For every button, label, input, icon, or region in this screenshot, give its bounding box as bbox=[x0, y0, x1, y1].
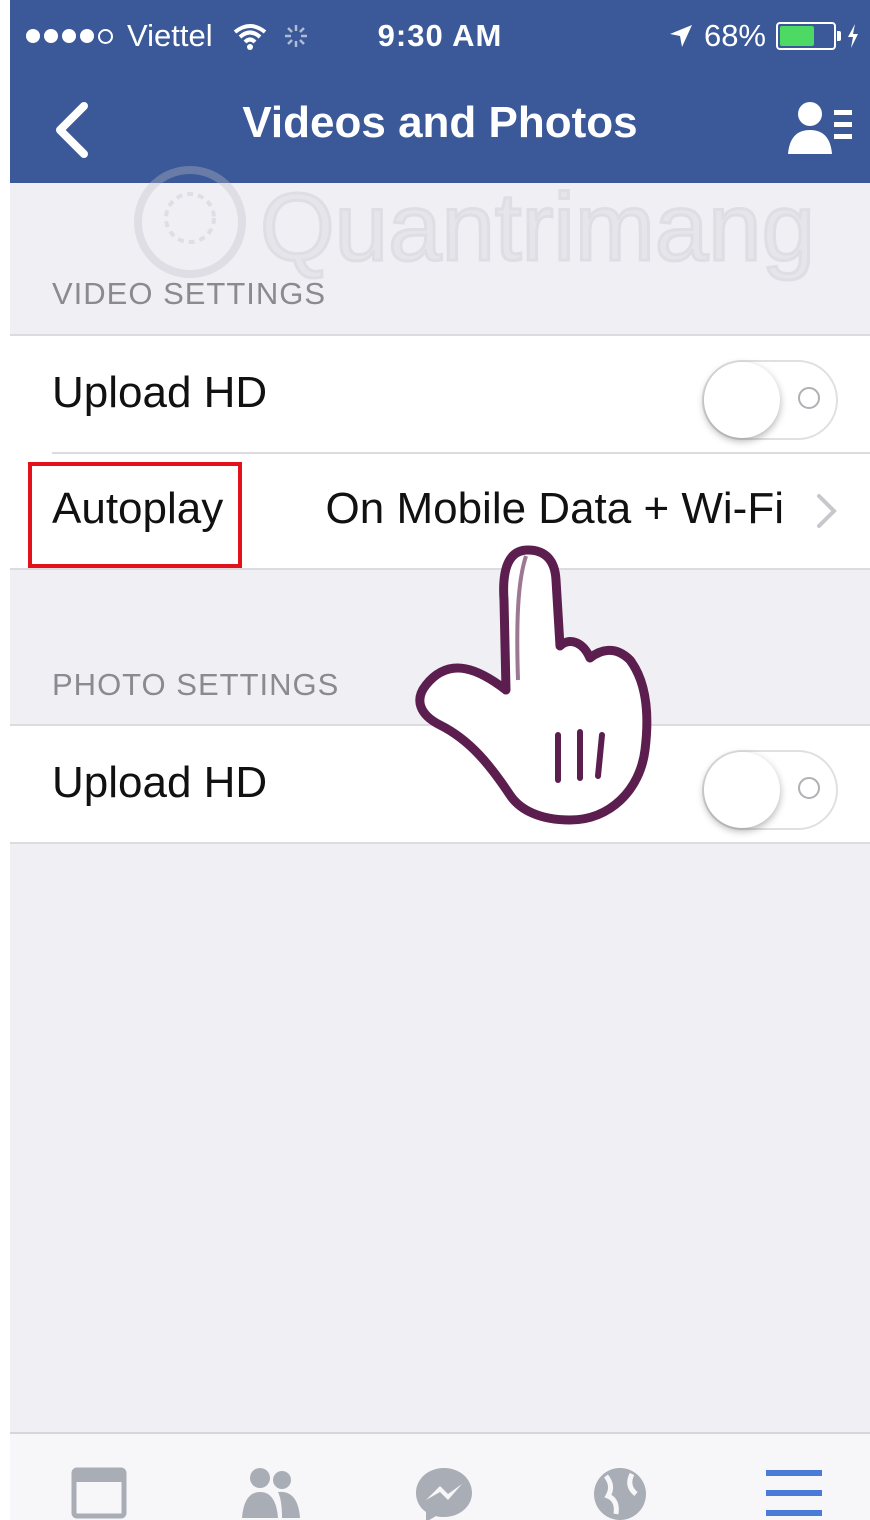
toggle-off-indicator-icon bbox=[798, 387, 820, 409]
pointing-hand-icon bbox=[415, 545, 652, 825]
photo-upload-hd-toggle[interactable] bbox=[702, 750, 838, 830]
news-feed-icon[interactable] bbox=[68, 1464, 132, 1520]
status-right: 68% bbox=[668, 18, 860, 54]
status-bar: Viettel 9:30 AM 68% bbox=[10, 14, 870, 64]
watermark-text: Quantrimang bbox=[260, 174, 815, 281]
battery-icon bbox=[776, 22, 841, 50]
menu-icon[interactable] bbox=[762, 1464, 826, 1520]
charging-bolt-icon bbox=[848, 24, 858, 48]
messenger-icon[interactable] bbox=[412, 1464, 476, 1520]
friends-icon[interactable] bbox=[238, 1464, 302, 1520]
photo-upload-hd-label: Upload HD bbox=[52, 758, 268, 807]
video-upload-hd-row: Upload HD bbox=[10, 336, 870, 452]
location-arrow-icon bbox=[669, 25, 692, 47]
toggle-knob bbox=[704, 752, 780, 828]
toggle-off-indicator-icon bbox=[798, 777, 820, 799]
chevron-right-icon bbox=[817, 494, 837, 528]
page-title: Videos and Photos bbox=[242, 98, 638, 147]
screen: Viettel 9:30 AM 68% Videos and Photos Qu… bbox=[10, 0, 870, 1520]
video-upload-hd-label: Upload HD bbox=[52, 368, 268, 417]
photo-settings-header: PHOTO SETTINGS bbox=[52, 667, 340, 702]
video-upload-hd-toggle[interactable] bbox=[702, 360, 838, 440]
tab-bar bbox=[10, 1432, 870, 1520]
watermark-logo: Quantrimang bbox=[134, 166, 816, 283]
video-settings-header: VIDEO SETTINGS bbox=[52, 276, 327, 311]
battery-percent: 68% bbox=[703, 18, 766, 53]
autoplay-value: On Mobile Data + Wi-Fi bbox=[325, 484, 784, 533]
toggle-knob bbox=[704, 362, 780, 438]
autoplay-highlight-box bbox=[28, 462, 242, 568]
globe-icon[interactable] bbox=[588, 1464, 652, 1520]
